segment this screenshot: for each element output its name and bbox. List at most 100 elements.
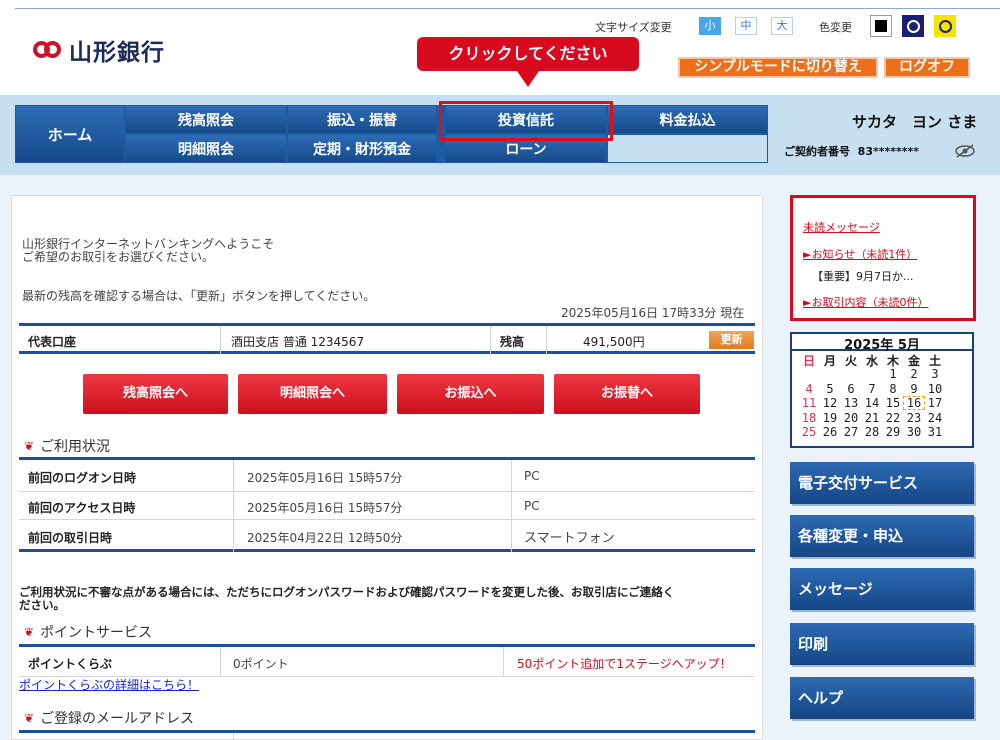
calendar-day: 8 <box>889 381 897 396</box>
calendar-title: 2025年 5月 <box>792 334 972 353</box>
logoff-button[interactable]: ログオフ <box>884 57 970 78</box>
bank-logo[interactable]: 山形銀行 <box>33 34 193 66</box>
nav-home[interactable]: ホーム <box>16 106 124 162</box>
calendar-day: 4 <box>805 381 813 396</box>
notice-item-link[interactable]: 【重要】9月7日か... <box>812 268 914 284</box>
statement-inquiry-button[interactable]: 明細照会へ <box>238 374 387 414</box>
update-hint: 最新の残高を確認する場合は、「更新」ボタンを押してください。 <box>22 289 376 303</box>
color-blue-button[interactable] <box>902 15 924 37</box>
nav-bill-payment[interactable]: 料金払込 <box>608 106 767 133</box>
calendar-day: 31 <box>927 425 943 439</box>
color-black-button[interactable] <box>870 15 892 37</box>
calendar-weekday: 水 <box>865 354 878 368</box>
color-change-label: 色変更 <box>819 21 852 34</box>
calendar-day: 28 <box>864 425 880 439</box>
account-transfer-button[interactable]: お振替へ <box>554 374 700 414</box>
cell-divider <box>546 326 547 354</box>
email-title-text: ご登録のメールアドレス <box>40 711 195 727</box>
points-title-text: ポイントサービス <box>40 625 153 641</box>
nav-statement-inquiry[interactable]: 明細照会 <box>126 135 286 162</box>
side-message-button[interactable]: メッセージ <box>790 568 974 610</box>
account-value: 酒田支店 普通 1234567 <box>231 335 365 349</box>
points-detail-link[interactable]: ポイントくらぶの詳細はこちら！ <box>19 676 199 693</box>
calendar-day: 26 <box>822 425 838 439</box>
nav-empty-cell <box>608 135 767 162</box>
calendar-day: 19 <box>822 410 838 425</box>
calendar-day: 22 <box>885 410 901 425</box>
calendar-day: 13 <box>843 396 859 410</box>
calendar-day: 7 <box>868 381 876 396</box>
font-size-large-button[interactable]: 大 <box>771 17 793 35</box>
cell-divider <box>220 326 221 354</box>
points-value: 0ポイント <box>233 657 289 671</box>
security-warning-line1: ご利用状況に不審な点がある場合には、ただちにログオンパスワードおよび確認パスワー… <box>19 585 675 599</box>
side-help-button[interactable]: ヘルプ <box>790 677 974 719</box>
header-divider <box>15 8 1000 9</box>
calendar-day: 15 <box>885 396 901 410</box>
notice-link[interactable]: ►お知らせ（未読1件） <box>803 246 917 262</box>
calendar-day: 30 <box>906 425 922 439</box>
last-access-label: 前回のアクセス日時 <box>28 501 136 515</box>
balance-label: 残高 <box>500 335 525 349</box>
unread-messages-link[interactable]: 未読メッセージ <box>803 219 880 235</box>
last-access-date: 2025年05月16日 15時57分 <box>247 501 403 515</box>
calendar-day: 3 <box>931 367 939 381</box>
balance-timestamp: 2025年05月16日 17時33分 現在 <box>561 306 745 320</box>
contract-value: 83******** <box>857 145 919 158</box>
font-size-medium-button[interactable]: 中 <box>735 17 757 35</box>
calendar-day: 23 <box>906 410 922 425</box>
cell-divider <box>490 326 491 354</box>
transfer-button[interactable]: お振込へ <box>397 374 544 414</box>
contract-number: ご契約者番号 83******** <box>784 143 919 159</box>
calendar-day: 25 <box>801 425 817 439</box>
email-table-border <box>19 730 755 733</box>
balance-inquiry-button[interactable]: 残高照会へ <box>83 374 228 414</box>
navy-ring-icon <box>938 19 952 33</box>
nav-time-deposit[interactable]: 定期・財形預金 <box>288 135 436 162</box>
highlight-frame <box>439 101 613 141</box>
points-promo: 50ポイント追加で1ステージへアップ！ <box>517 657 732 671</box>
cherry-icon: ❦ <box>24 711 35 725</box>
nav-transfer[interactable]: 振込・振替 <box>288 106 436 133</box>
cherry-icon: ❦ <box>24 625 35 639</box>
color-yellow-button[interactable] <box>934 15 956 37</box>
side-changes-button[interactable]: 各種変更・申込 <box>790 515 974 557</box>
transaction-link[interactable]: ►お取引内容（未読0件） <box>803 294 928 310</box>
cell-divider <box>233 733 234 740</box>
calendar-day: 6 <box>847 381 855 396</box>
last-transaction-label: 前回の取引日時 <box>28 531 113 545</box>
calendar-day: 1 <box>889 367 897 381</box>
side-e-delivery-button[interactable]: 電子交付サービス <box>790 462 974 504</box>
account-label: 代表口座 <box>28 335 77 349</box>
cherry-icon: ❦ <box>24 439 35 453</box>
cell-divider <box>233 460 234 552</box>
calendar-day: 29 <box>885 425 901 439</box>
side-print-button[interactable]: 印刷 <box>790 623 974 665</box>
show-number-eye-icon[interactable] <box>954 143 976 163</box>
usage-section-title: ❦ ご利用状況 <box>24 436 110 456</box>
calendar-day: 20 <box>843 410 859 425</box>
calendar-day: 12 <box>822 396 838 410</box>
calendar-weekday: 日 <box>802 354 815 368</box>
font-size-small-button[interactable]: 小 <box>699 17 721 35</box>
last-logon-date: 2025年05月16日 15時57分 <box>247 471 403 485</box>
calendar-day: 16 <box>903 396 925 410</box>
black-square-icon <box>875 20 887 32</box>
email-section-title: ❦ ご登録のメールアドレス <box>24 708 194 728</box>
points-club-label: ポイントくらぶ <box>28 657 113 671</box>
calendar-day: 5 <box>826 381 834 396</box>
update-button[interactable]: 更新 <box>709 331 754 349</box>
user-name: サカタ ヨン さま <box>852 113 978 131</box>
calendar-day: 11 <box>801 396 817 410</box>
tooltip-arrow <box>517 71 539 87</box>
calendar-day: 18 <box>801 410 817 425</box>
simple-mode-button[interactable]: シンプルモードに切り替え <box>678 57 878 78</box>
contract-label: ご契約者番号 <box>784 145 850 158</box>
cherry-logo-icon <box>33 39 63 61</box>
balance-value: 491,500円 <box>583 335 645 349</box>
click-here-tooltip: クリックしてください <box>417 37 639 71</box>
calendar-day: 10 <box>927 381 943 396</box>
font-size-label: 文字サイズ変更 <box>595 21 672 34</box>
welcome-text-line2: ご希望のお取引をお選びください。 <box>22 250 215 264</box>
nav-balance-inquiry[interactable]: 残高照会 <box>126 106 286 133</box>
